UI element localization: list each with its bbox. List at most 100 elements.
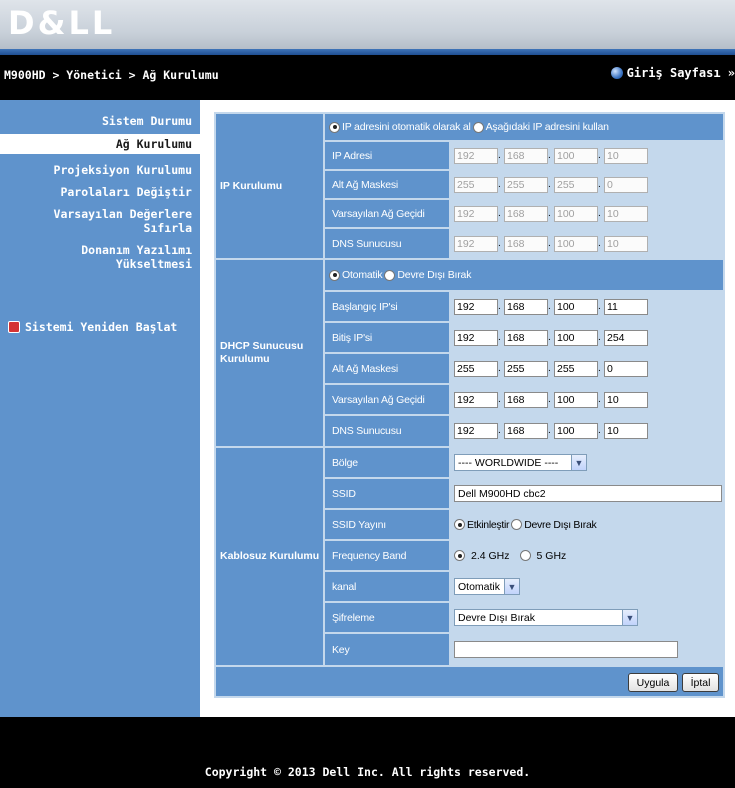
channel-label: kanal xyxy=(325,572,449,601)
dhcp-disable-label: Devre Dışı Bırak xyxy=(397,269,472,281)
ip-dns-octet-1[interactable] xyxy=(454,235,498,252)
wireless-title: Kablosuz Kurulumu xyxy=(220,550,320,562)
ip-dns-octet-4[interactable] xyxy=(604,235,648,252)
region-field: ---- WORLDWIDE ---- ▼ xyxy=(451,448,723,477)
ip-address-octet-4[interactable] xyxy=(604,147,648,164)
power-icon xyxy=(8,321,20,333)
region-select-value: ---- WORLDWIDE ---- xyxy=(458,456,559,469)
copyright-text: Copyright © 2013 Dell Inc. All rights re… xyxy=(204,765,531,779)
ip-dns-octet-2[interactable] xyxy=(504,235,548,252)
ip-subnet-label: Alt Ağ Maskesi xyxy=(325,171,449,198)
ip-address-octet-3[interactable] xyxy=(554,147,598,164)
dhcp-start-octet-2[interactable] xyxy=(504,298,548,315)
ip-auto-label: IP adresini otomatik olarak al xyxy=(342,121,471,133)
dhcp-end-octet-4[interactable] xyxy=(604,329,648,346)
band-5-label: 5 GHz xyxy=(536,549,567,562)
dhcp-subnet-octet-4[interactable] xyxy=(604,360,648,377)
dhcp-gateway-octet-4[interactable] xyxy=(604,391,648,408)
region-select[interactable]: ---- WORLDWIDE ---- ▼ xyxy=(454,454,587,471)
sidebar-item-change-password[interactable]: Parolaları Değiştir xyxy=(60,185,192,199)
chevron-down-icon: ▼ xyxy=(571,455,586,470)
dhcp-start-octet-3[interactable] xyxy=(554,298,598,315)
encryption-select[interactable]: Devre Dışı Bırak ▼ xyxy=(454,609,638,626)
ip-gateway-label: Varsayılan Ağ Geçidi xyxy=(325,200,449,227)
cancel-button[interactable]: İptal xyxy=(682,673,719,692)
ip-subnet-octet-1[interactable] xyxy=(454,176,498,193)
breadcrumb: M900HD > Yönetici > Ağ Kurulumu xyxy=(4,68,219,82)
sidebar-item-factory-reset[interactable]: Varsayılan Değerlere Sıfırla xyxy=(42,207,192,235)
dhcp-dns-octet-4[interactable] xyxy=(604,423,648,439)
band-5-radio[interactable] xyxy=(519,550,531,561)
channel-select-value: Otomatik xyxy=(458,580,501,593)
footer: Copyright © 2013 Dell Inc. All rights re… xyxy=(0,717,735,788)
sidebar-item-reboot[interactable]: Sistemi Yeniden Başlat xyxy=(8,320,177,334)
ip-address-octet-2[interactable] xyxy=(504,147,548,164)
globe-icon xyxy=(610,67,623,79)
dhcp-subnet-octet-3[interactable] xyxy=(554,360,598,377)
dhcp-end-octet-1[interactable] xyxy=(454,329,498,346)
action-bar: Uygula İptal xyxy=(216,667,723,696)
ip-dns-octet-3[interactable] xyxy=(554,235,598,252)
dhcp-dns-octet-2[interactable] xyxy=(504,423,548,439)
group-label-dhcp: DHCP Sunucusu Kurulumu xyxy=(216,260,323,446)
dhcp-gateway-octet-1[interactable] xyxy=(454,391,498,408)
dhcp-gateway-label: Varsayılan Ağ Geçidi xyxy=(325,385,449,414)
sidebar-item-projector-setup[interactable]: Projeksiyon Kurulumu xyxy=(54,163,192,177)
dhcp-mode-row: Otomatik Devre Dışı Bırak xyxy=(325,260,723,290)
top-banner: D&LL xyxy=(0,0,735,55)
ip-auto-radio[interactable] xyxy=(329,121,340,133)
dhcp-auto-radio[interactable] xyxy=(329,269,340,281)
dhcp-start-octet-1[interactable] xyxy=(454,298,498,315)
broadcast-disable-radio[interactable] xyxy=(511,519,523,530)
dhcp-subnet-octet-2[interactable] xyxy=(504,360,548,377)
dhcp-start-ip-label: Başlangıç IP'si xyxy=(325,292,449,321)
apply-button[interactable]: Uygula xyxy=(628,673,678,692)
dhcp-subnet-octet-1[interactable] xyxy=(454,360,498,377)
ip-subnet-octet-4[interactable] xyxy=(604,176,648,193)
network-setup-form: IP Kurulumu IP adresini otomatik olarak … xyxy=(214,112,725,698)
ip-gateway-octet-4[interactable] xyxy=(604,205,648,222)
ip-manual-label: Aşağıdaki IP adresini kullan xyxy=(485,121,609,133)
group-label-ip-setup: IP Kurulumu xyxy=(216,114,323,258)
dhcp-gateway-octet-3[interactable] xyxy=(554,391,598,408)
ip-setup-title: IP Kurulumu xyxy=(220,179,283,192)
key-input[interactable] xyxy=(454,641,678,658)
dhcp-disable-radio[interactable] xyxy=(384,269,396,281)
dhcp-end-octet-3[interactable] xyxy=(554,329,598,346)
sidebar-item-firmware-update[interactable]: Donanım Yazılımı Yükseltmesi xyxy=(72,243,192,271)
dhcp-title: DHCP Sunucusu Kurulumu xyxy=(220,340,304,365)
ip-subnet-octet-2[interactable] xyxy=(504,176,548,193)
encryption-label: Şifreleme xyxy=(325,603,449,632)
dhcp-auto-label: Otomatik xyxy=(342,269,383,281)
chevron-down-icon: ▼ xyxy=(504,579,519,594)
ip-manual-radio[interactable] xyxy=(472,121,484,133)
ip-address-octet-1[interactable] xyxy=(454,147,498,164)
frequency-band-field: 2.4 GHz 5 GHz xyxy=(451,541,723,570)
sidebar-item-network-setup[interactable]: Ağ Kurulumu xyxy=(0,134,200,154)
dhcp-start-octet-4[interactable] xyxy=(604,298,648,315)
dhcp-gateway-octet-2[interactable] xyxy=(504,391,548,408)
channel-select[interactable]: Otomatik ▼ xyxy=(454,578,520,595)
group-label-wireless: Kablosuz Kurulumu xyxy=(216,448,323,665)
dhcp-dns-octet-3[interactable] xyxy=(554,423,598,439)
dhcp-gateway-field: . . . xyxy=(451,385,723,414)
ip-gateway-octet-2[interactable] xyxy=(504,205,548,222)
encryption-select-value: Devre Dışı Bırak xyxy=(458,611,536,624)
sidebar-item-reboot-label: Sistemi Yeniden Başlat xyxy=(25,320,178,334)
ip-subnet-octet-3[interactable] xyxy=(554,176,598,193)
broadcast-enable-radio[interactable] xyxy=(454,519,465,530)
ip-address-label: IP Adresi xyxy=(325,142,449,169)
ip-gateway-octet-1[interactable] xyxy=(454,205,498,222)
home-page-link[interactable]: Giriş Sayfası » xyxy=(610,66,735,80)
dhcp-subnet-label: Alt Ağ Maskesi xyxy=(325,354,449,383)
region-label: Bölge xyxy=(325,448,449,477)
dhcp-dns-octet-1[interactable] xyxy=(454,423,498,439)
sidebar-item-system-status[interactable]: Sistem Durumu xyxy=(102,114,192,128)
ip-address-field: . . . xyxy=(451,142,723,169)
band-24-radio[interactable] xyxy=(454,550,465,561)
ssid-input[interactable] xyxy=(454,485,722,502)
ip-gateway-field: . . . xyxy=(451,200,723,227)
ip-dns-label: DNS Sunucusu xyxy=(325,229,449,258)
ip-gateway-octet-3[interactable] xyxy=(554,205,598,222)
dhcp-end-octet-2[interactable] xyxy=(504,329,548,346)
